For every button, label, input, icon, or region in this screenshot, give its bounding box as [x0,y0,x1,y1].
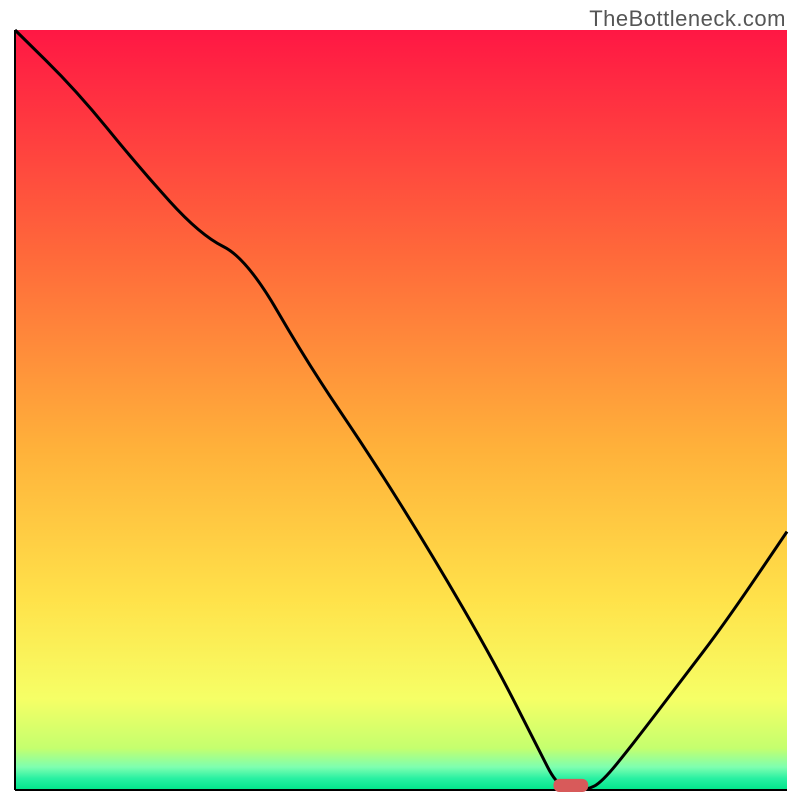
plot-background [15,30,787,790]
bottleneck-chart [0,0,800,800]
chart-container: TheBottleneck.com [0,0,800,800]
watermark-text: TheBottleneck.com [589,6,786,32]
optimal-marker [553,779,588,792]
